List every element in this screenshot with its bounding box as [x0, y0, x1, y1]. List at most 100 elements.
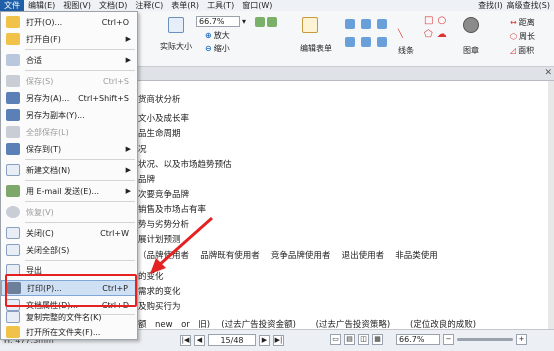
- zoom-in-icon: ⊕: [205, 31, 212, 40]
- menu-view[interactable]: 视图(V): [59, 0, 95, 11]
- combo-box-icon[interactable]: [361, 37, 371, 47]
- shape-tools[interactable]: □ ○: [424, 15, 446, 26]
- rotate-back-icon: [267, 17, 277, 27]
- text-field-icon[interactable]: [345, 19, 355, 29]
- form-tools: [345, 19, 387, 29]
- polygon-icon[interactable]: ⬠: [424, 29, 433, 40]
- doc-line: 品牌: [138, 175, 156, 185]
- menu-item-open-from[interactable]: 打开自(F) ▶: [1, 31, 137, 47]
- menu-tools[interactable]: 工具(T): [203, 0, 238, 11]
- zoom-select[interactable]: 66.7% ▾: [196, 16, 246, 27]
- square-icon[interactable]: □: [424, 15, 433, 26]
- menu-separator: [25, 180, 135, 181]
- stamp-label: 图章: [463, 46, 479, 55]
- menu-item-close[interactable]: 关闭(C) Ctrl+W: [1, 225, 137, 241]
- doc-line: 状况、以及市场趋势预估: [138, 160, 232, 170]
- menu-item-email[interactable]: 用 E-mail 发送(E)... ▶: [1, 183, 137, 199]
- find-button[interactable]: 查找(I): [478, 0, 503, 11]
- menubar-right: 查找(I) 高级查找(S): [478, 0, 554, 11]
- chevron-right-icon: ▶: [125, 145, 131, 153]
- facing-continuous-view-icon[interactable]: ▦: [372, 334, 383, 345]
- rotate-icon: [255, 17, 265, 27]
- circle-icon[interactable]: ○: [437, 15, 446, 26]
- rotate-tools[interactable]: [255, 17, 277, 27]
- menu-file[interactable]: 文件: [0, 0, 24, 11]
- lines-button[interactable]: ╲: [398, 29, 403, 38]
- chevron-right-icon: ▶: [125, 166, 131, 174]
- save-all-icon: [6, 126, 20, 138]
- single-page-view-icon[interactable]: ▭: [330, 334, 341, 345]
- menu-edit[interactable]: 编辑(E): [24, 0, 59, 11]
- ruler-icon: ↔: [510, 18, 517, 27]
- last-page-button[interactable]: ▶|: [273, 334, 284, 346]
- menu-separator: [25, 159, 135, 160]
- save-icon: [6, 75, 20, 87]
- first-page-button[interactable]: |◀: [180, 334, 191, 346]
- menu-item-revert[interactable]: 恢复(V): [1, 204, 137, 220]
- doc-line: （品牌使用者 品牌既有使用者 竞争品牌使用者 退出使用者 非品类使用: [138, 251, 438, 261]
- page-number-input[interactable]: 15/48: [208, 334, 256, 346]
- menu-bar: 文件 编辑(E) 视图(V) 文档(D) 注释(C) 表单(R) 工具(T) 窗…: [0, 0, 554, 11]
- cloud-icon[interactable]: ☁: [437, 29, 447, 40]
- menu-item-save[interactable]: 保存(S) Ctrl+S: [1, 73, 137, 89]
- menu-item-close-all[interactable]: 关闭全部(S): [1, 242, 137, 258]
- vertical-scrollbar[interactable]: [548, 81, 554, 329]
- zoom-slider[interactable]: [457, 338, 513, 341]
- stamp-icon: [463, 17, 479, 33]
- status-zoom-value[interactable]: 66.7%: [396, 334, 440, 345]
- zoom-out-label: 缩小: [213, 44, 230, 53]
- zoom-out-button[interactable]: ⊖ 缩小: [205, 43, 230, 54]
- chevron-down-icon: ▾: [242, 17, 247, 26]
- zoom-in-status-button[interactable]: +: [516, 334, 527, 345]
- facing-view-icon[interactable]: ◫: [358, 334, 369, 345]
- save-copy-icon: [6, 109, 20, 121]
- menu-item-save-to[interactable]: 保存到(T) ▶: [1, 141, 137, 157]
- chevron-right-icon: ▶: [125, 35, 131, 43]
- view-mode-buttons: ▭ ▤ ◫ ▦: [330, 334, 383, 345]
- edit-form-button[interactable]: [302, 17, 318, 33]
- area-icon: ◿: [510, 46, 517, 55]
- menu-comment[interactable]: 注释(C): [131, 0, 167, 11]
- perimeter-tool[interactable]: ⬡ 周长: [510, 31, 535, 42]
- doc-line: 销售及市场占有率: [138, 205, 207, 215]
- actual-size-button[interactable]: [168, 17, 184, 33]
- menu-item-copy-filename[interactable]: 复制完整的文件名(K): [1, 309, 137, 325]
- zoom-out-status-button[interactable]: −: [443, 334, 454, 345]
- lines-label: 线条: [398, 46, 414, 55]
- button-field-icon[interactable]: [377, 37, 387, 47]
- menu-item-save-as[interactable]: 另存为(A)... Ctrl+Shift+S: [1, 90, 137, 106]
- next-page-button[interactable]: ▶: [259, 334, 270, 346]
- status-zoom: 66.7% − +: [396, 334, 527, 345]
- zoom-in-button[interactable]: ⊕ 放大: [205, 30, 230, 41]
- menu-item-fit[interactable]: 合适 ▶: [1, 52, 137, 68]
- line-icon: ╲: [398, 29, 403, 38]
- menu-item-save-all[interactable]: 全部保存(L): [1, 124, 137, 140]
- close-tab-icon[interactable]: ✕: [544, 68, 552, 78]
- shape-tools-2[interactable]: ⬠ ☁: [424, 29, 447, 40]
- radio-icon[interactable]: [377, 19, 387, 29]
- stamp-button[interactable]: [463, 17, 479, 33]
- zoom-value[interactable]: 66.7%: [196, 16, 240, 27]
- list-box-icon[interactable]: [345, 37, 355, 47]
- doc-line: 势与劣势分析: [138, 220, 190, 230]
- advanced-find-button[interactable]: 高级查找(S): [507, 0, 550, 11]
- menu-document[interactable]: 文档(D): [95, 0, 131, 11]
- checkbox-icon[interactable]: [361, 19, 371, 29]
- menu-item-open-folder[interactable]: 打开所在文件夹(F)...: [1, 324, 137, 340]
- folder-open-icon: [6, 16, 20, 28]
- close-doc-icon: [6, 227, 20, 239]
- prev-page-button[interactable]: ◀: [194, 334, 205, 346]
- menu-window[interactable]: 窗口(W): [238, 0, 276, 11]
- menu-separator: [25, 201, 135, 202]
- menu-form[interactable]: 表单(R): [167, 0, 203, 11]
- distance-tool[interactable]: ↔ 距离: [510, 17, 535, 28]
- area-tool[interactable]: ◿ 面积: [510, 45, 534, 56]
- menu-separator: [25, 222, 135, 223]
- menu-item-save-copy[interactable]: 另存为副本(Y)...: [1, 107, 137, 123]
- doc-line: 及购买行为: [138, 302, 181, 312]
- highlight-box: [5, 274, 137, 307]
- continuous-view-icon[interactable]: ▤: [344, 334, 355, 345]
- page-navigation: |◀ ◀ 15/48 ▶ ▶|: [180, 334, 284, 346]
- menu-item-new-document[interactable]: 新建文档(N) ▶: [1, 162, 137, 178]
- menu-item-open[interactable]: 打开(O)... Ctrl+O: [1, 14, 137, 30]
